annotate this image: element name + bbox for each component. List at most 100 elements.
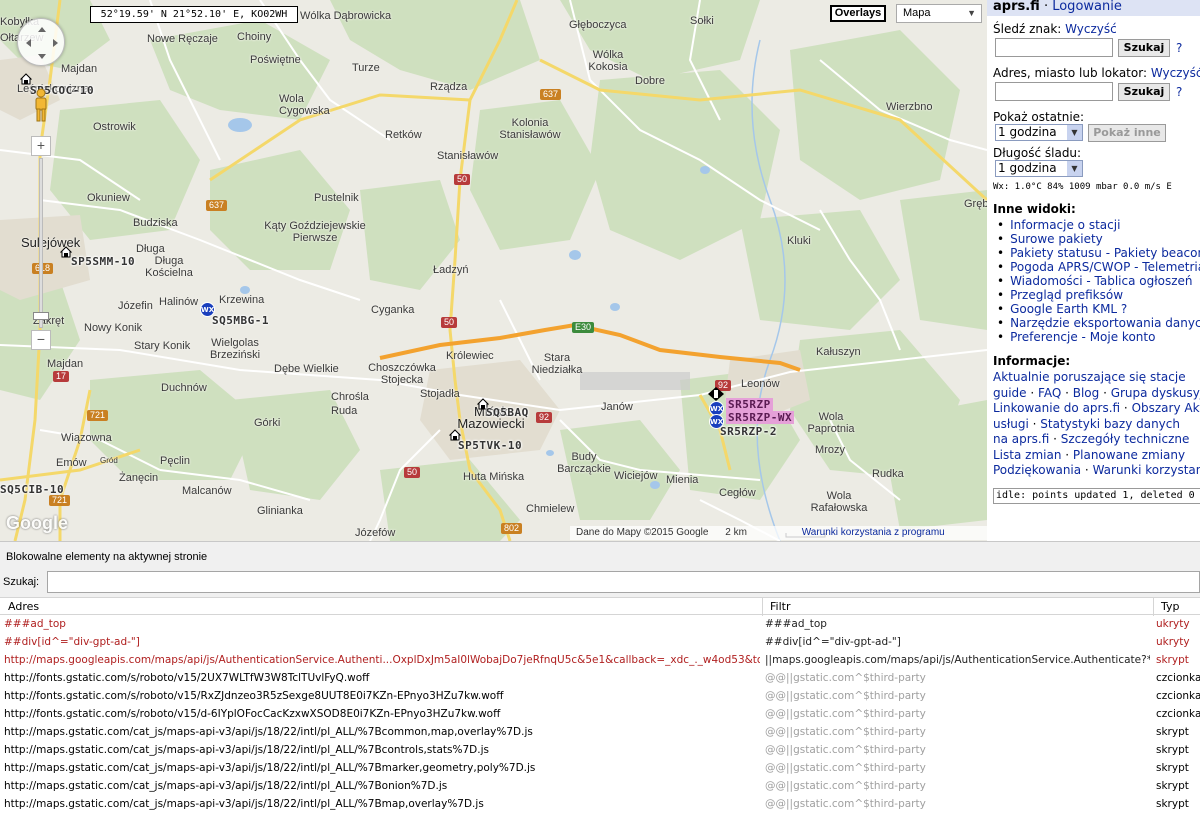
view-link[interactable]: Surowe pakiety: [1010, 232, 1103, 246]
table-header: Adres Filtr Typ: [0, 597, 1200, 616]
view-link[interactable]: Informacje o stacji: [1010, 218, 1120, 232]
table-row[interactable]: http://maps.googleapis.com/maps/api/js/A…: [0, 651, 1200, 669]
track-clear-link[interactable]: Wyczyść: [1065, 22, 1117, 36]
view-link[interactable]: Preferencje - Moje konto: [1010, 330, 1155, 344]
row-filter: ##div[id^="div-gpt-ad-"]: [765, 636, 901, 648]
address-input[interactable]: [995, 82, 1113, 101]
road-shield: 17: [53, 371, 70, 382]
row-filter: ||maps.googleapis.com/maps/api/js/Authen…: [765, 654, 1150, 666]
view-link[interactable]: Pogoda APRS/CWOP - Telemetria: [1010, 260, 1200, 274]
zoom-in-button[interactable]: +: [31, 136, 51, 156]
info-link[interactable]: usługi: [993, 417, 1029, 431]
zoom-track[interactable]: [39, 158, 43, 328]
google-logo: Google: [6, 513, 68, 533]
column-header-type[interactable]: Typ: [1161, 600, 1180, 613]
place-label: Kluki: [787, 235, 811, 247]
view-link[interactable]: Przegląd prefiksów: [1010, 288, 1123, 302]
pan-arrows-icon: [26, 27, 58, 59]
track-search-button[interactable]: Szukaj: [1118, 39, 1170, 57]
table-row[interactable]: ##div[id^="div-gpt-ad-"] ##div[id^="div-g…: [0, 633, 1200, 651]
address-clear-link[interactable]: Wyczyść: [1151, 66, 1200, 80]
info-link[interactable]: Blog: [1073, 386, 1100, 400]
row-address: http://maps.gstatic.com/cat_js/maps-api-…: [4, 744, 489, 756]
place-label: Wola Paprotnia: [807, 411, 855, 435]
place-label: Nowe Ręczaje: [147, 33, 218, 45]
info-link[interactable]: FAQ: [1038, 386, 1061, 400]
address-search-button[interactable]: Szukaj: [1118, 83, 1170, 101]
info-link[interactable]: Obszary Aktywności: [1132, 401, 1200, 415]
login-link[interactable]: Logowanie: [1052, 0, 1122, 14]
info-link[interactable]: na aprs.fi: [993, 432, 1049, 446]
info-link[interactable]: Podziękowania: [993, 463, 1081, 477]
street-view-pegman-icon[interactable]: [33, 88, 49, 122]
station-label[interactable]: SP5TVK-10: [458, 439, 522, 452]
place-label: Majdan: [47, 358, 84, 370]
info-link[interactable]: Szczegóły techniczne: [1061, 432, 1190, 446]
info-link[interactable]: Linkowanie do aprs.fi: [993, 401, 1120, 415]
other-views-title: Inne widoki:: [993, 202, 1076, 216]
place-label: Budziska: [133, 217, 178, 229]
station-label[interactable]: SQ5MBG-1: [212, 314, 269, 327]
track-label: Śledź znak:: [993, 22, 1062, 36]
info-title: Informacje:: [993, 354, 1071, 368]
address-help-link[interactable]: ?: [1176, 85, 1182, 99]
info-link[interactable]: Lista zmian: [993, 448, 1061, 462]
show-more-button[interactable]: Pokaż inne: [1088, 124, 1166, 142]
airfield: [580, 372, 690, 390]
info-link[interactable]: Warunki korzystania: [1093, 463, 1200, 477]
map-terms-link[interactable]: Warunki korzystania z programu: [802, 527, 945, 538]
table-row[interactable]: http://fonts.gstatic.com/s/roboto/v15/2U…: [0, 669, 1200, 687]
view-link[interactable]: Wiadomości - Tablica ogłoszeń: [1010, 274, 1192, 288]
place-label: Janów: [601, 401, 633, 413]
show-last-select[interactable]: 1 godzina ▼: [995, 124, 1083, 141]
column-header-address[interactable]: Adres: [8, 600, 39, 613]
zoom-handle[interactable]: [33, 312, 49, 320]
place-label: Duchnów: [161, 382, 207, 394]
place-label: Mienia: [666, 474, 699, 486]
view-link[interactable]: Narzędzie eksportowania danych: [1010, 316, 1200, 330]
info-link[interactable]: Aktualnie poruszające się stacje: [993, 370, 1186, 384]
table-row[interactable]: http://maps.gstatic.com/cat_js/maps-api-…: [0, 723, 1200, 741]
info-link[interactable]: Statystyki bazy danych: [1040, 417, 1180, 431]
table-row[interactable]: http://maps.gstatic.com/cat_js/maps-api-…: [0, 759, 1200, 777]
panel-search-input[interactable]: [47, 571, 1200, 593]
table-row[interactable]: ###ad_top ###ad_top ukryty: [0, 615, 1200, 633]
info-link[interactable]: Grupa dyskusyjna: [1111, 386, 1200, 400]
road-shield: 637: [540, 89, 562, 100]
table-row[interactable]: http://maps.gstatic.com/cat_js/maps-api-…: [0, 795, 1200, 813]
track-help-link[interactable]: ?: [1176, 41, 1182, 55]
pan-control[interactable]: [17, 18, 65, 66]
info-link[interactable]: Planowane zmiany: [1073, 448, 1185, 462]
row-address: http://maps.gstatic.com/cat_js/maps-api-…: [4, 762, 536, 774]
map-type-select[interactable]: Mapa ▼: [896, 4, 982, 23]
station-label[interactable]: SQ5BAQ: [486, 406, 529, 419]
view-link[interactable]: Pakiety statusu - Pakiety beaconów: [1010, 246, 1200, 260]
sidebar: aprs.fi · Logowanie Śledź znak: Wyczyść …: [987, 0, 1200, 541]
place-label: Cyganka: [371, 304, 415, 316]
address-label: Adres, miasto lub lokator:: [993, 66, 1147, 80]
view-link[interactable]: Google Earth KML ?: [1010, 302, 1127, 316]
row-type: ukryty: [1156, 636, 1190, 648]
table-row[interactable]: http://maps.gstatic.com/cat_js/maps-api-…: [0, 741, 1200, 759]
station-label[interactable]: SP5SMM-10: [71, 255, 135, 268]
overlays-button[interactable]: Overlays: [830, 5, 886, 22]
station-label[interactable]: SQ5CIB-10: [0, 483, 64, 496]
zoom-out-button[interactable]: −: [31, 330, 51, 350]
column-header-filter[interactable]: Filtr: [770, 600, 790, 613]
trail-length-select[interactable]: 1 godzina ▼: [995, 160, 1083, 177]
digipeater-icon[interactable]: [708, 387, 724, 401]
table-row[interactable]: http://fonts.gstatic.com/s/roboto/v15/d-…: [0, 705, 1200, 723]
table-row[interactable]: http://maps.gstatic.com/cat_js/maps-api-…: [0, 777, 1200, 795]
info-link[interactable]: guide: [993, 386, 1027, 400]
table-row[interactable]: http://fonts.gstatic.com/s/roboto/v15/Rx…: [0, 687, 1200, 705]
row-filter: ###ad_top: [765, 618, 827, 630]
station-label[interactable]: SR5RZP-WX: [726, 411, 795, 424]
station-label[interactable]: SR5RZP: [726, 398, 773, 411]
chevron-down-icon: ▼: [1067, 161, 1082, 176]
station-label[interactable]: SR5RZP-2: [720, 425, 777, 438]
place-label: Wólka Dąbrowicka: [300, 10, 392, 22]
site-brand[interactable]: aprs.fi: [993, 0, 1040, 14]
track-callsign-input[interactable]: [995, 38, 1113, 57]
chevron-down-icon: ▼: [1067, 125, 1082, 140]
map-canvas[interactable]: Wólka Dąbrowicka Nowe Ręczaje Choiny Poś…: [0, 0, 987, 541]
